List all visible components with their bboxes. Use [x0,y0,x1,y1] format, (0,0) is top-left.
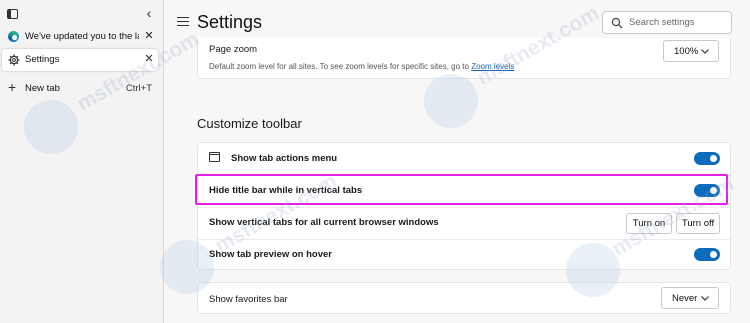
divider [198,207,730,208]
new-tab-shortcut: Ctrl+T [125,83,152,94]
section-title-customize-toolbar: Customize toolbar [197,116,302,131]
search-input[interactable] [629,15,727,30]
page-zoom-description-text: Default zoom level for all sites. To see… [209,62,469,71]
close-tab-icon[interactable]: ✕ [143,52,155,66]
new-tab-button[interactable]: + New tab Ctrl+T [2,77,158,99]
favorites-bar-dropdown[interactable]: Never [661,287,719,309]
page-zoom-description: Default zoom level for all sites. To see… [209,62,514,71]
tab-settings[interactable]: Settings ✕ [2,49,158,71]
row-label-show-vertical-tabs-all-windows: Show vertical tabs for all current brows… [209,217,439,228]
row-label-show-tab-actions-menu: Show tab actions menu [231,153,338,164]
toggle-show-tab-preview[interactable] [694,248,720,261]
divider [198,239,730,240]
zoom-levels-link[interactable]: Zoom levels [471,62,514,71]
vertical-tab-strip: ‹ We've updated you to the latest ✕ Sett… [0,0,164,323]
page-zoom-label: Page zoom [209,44,258,55]
tab-title: Settings [25,54,60,65]
tab-strip-header: ‹ [0,0,164,26]
collapse-pane-icon[interactable]: ‹ [142,5,156,21]
tab-whats-new[interactable]: We've updated you to the latest ✕ [2,26,158,48]
new-tab-label: New tab [25,83,60,94]
page-zoom-dropdown[interactable]: 100% [663,40,719,62]
edge-logo-icon [8,31,19,42]
turn-off-button[interactable]: Turn off [676,213,720,234]
search-box[interactable] [602,11,732,34]
toggle-show-tab-actions-menu[interactable] [694,152,720,165]
chevron-down-icon [701,296,709,301]
tab-actions-icon [209,152,220,162]
search-icon [611,17,623,29]
chevron-down-icon [701,49,709,54]
close-tab-icon[interactable]: ✕ [143,29,155,43]
tab-actions-menu-icon[interactable] [7,9,18,19]
plus-icon: + [8,79,17,95]
dropdown-value: Never [672,293,698,304]
page-title: Settings [197,12,263,32]
page-zoom-card: Page zoom Default zoom level for all sit… [197,38,731,79]
hamburger-menu-icon[interactable] [177,17,189,26]
favorites-bar-card: Show favorites bar Never [197,282,731,314]
dropdown-value: 100% [674,46,699,57]
highlight-annotation [195,174,728,205]
row-label-show-tab-preview-on-hover: Show tab preview on hover [209,249,332,260]
row-label-show-favorites-bar: Show favorites bar [209,294,288,305]
customize-toolbar-card: Show tab actions menu Hide title bar whi… [197,142,731,270]
watermark-bubble [424,74,478,128]
tab-title: We've updated you to the latest [25,31,139,42]
settings-header: Settings [165,0,750,42]
turn-on-button[interactable]: Turn on [626,213,672,234]
gear-icon [8,54,20,66]
